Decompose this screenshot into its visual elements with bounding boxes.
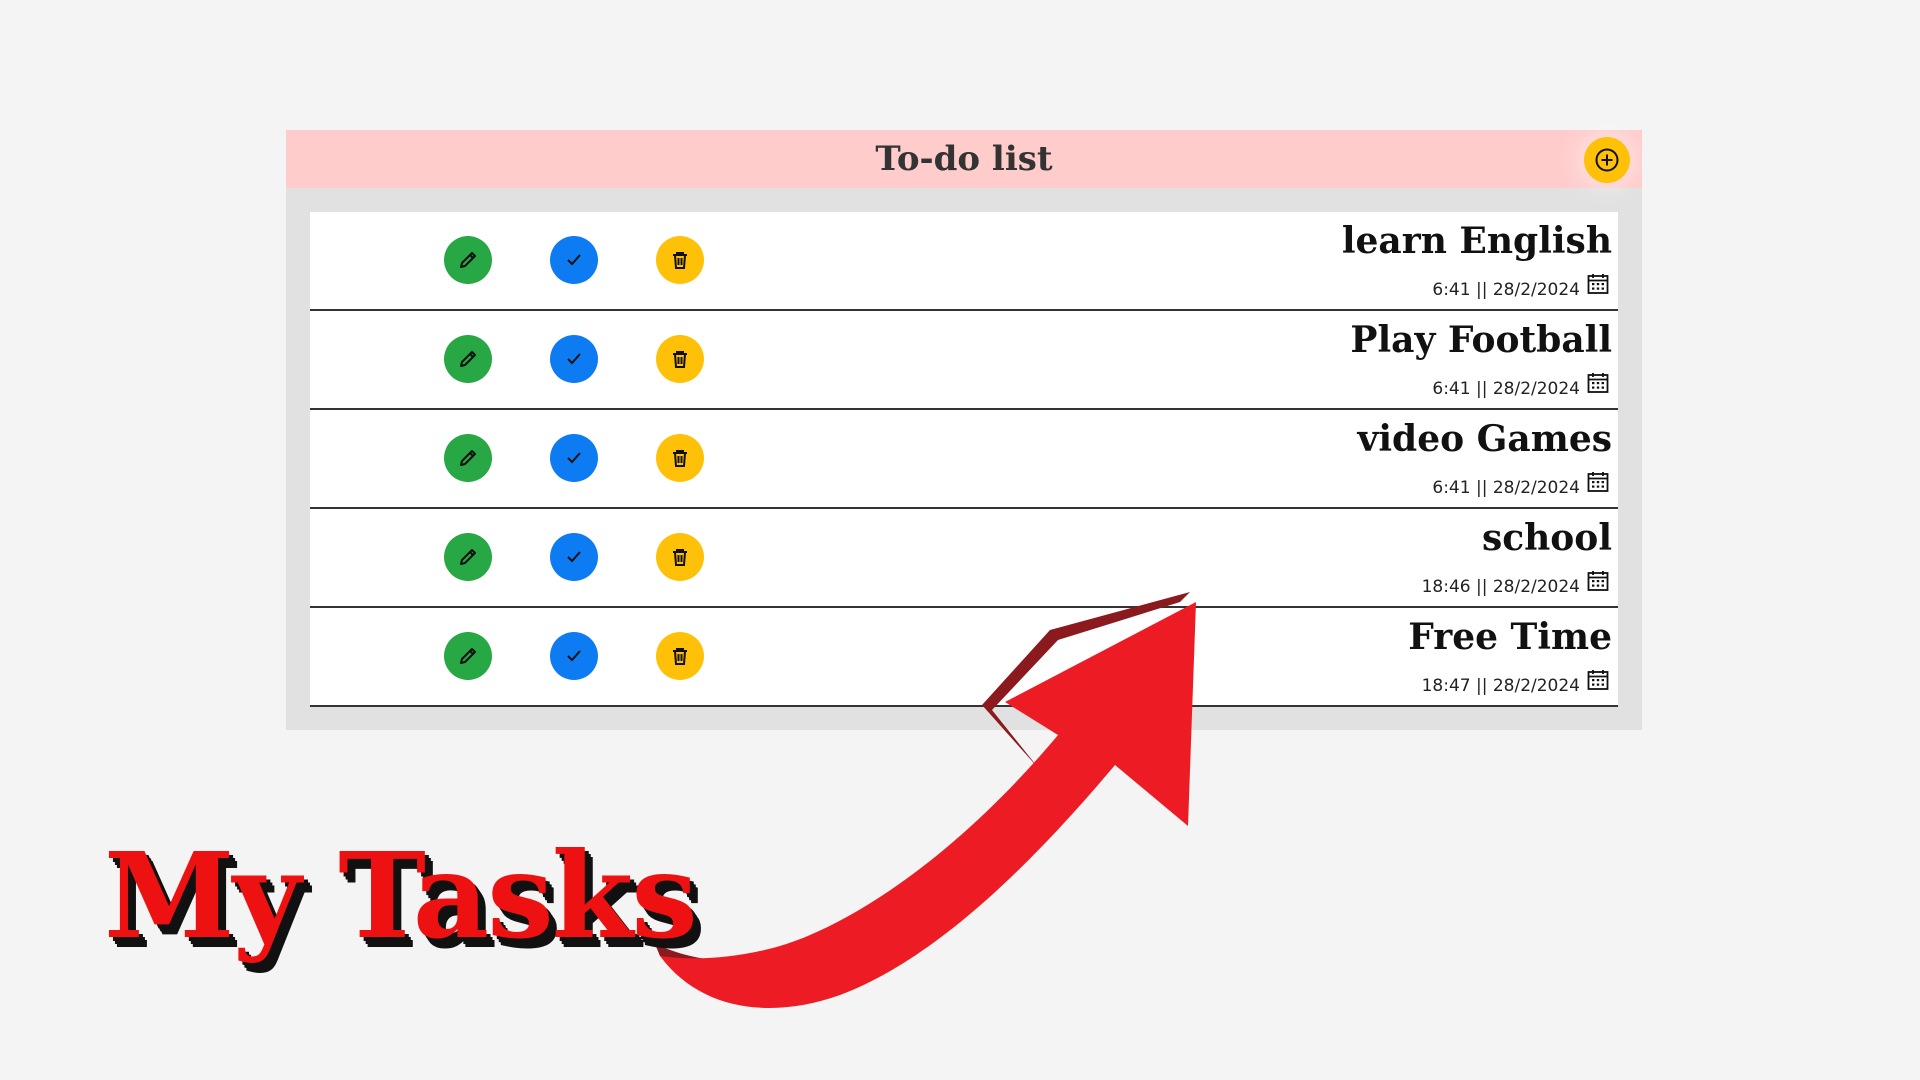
trash-icon [673, 549, 687, 566]
panel-header: To-do list [286, 130, 1642, 188]
check-icon [567, 254, 581, 266]
trash-icon [673, 450, 687, 467]
task-timestamp: 18:47 || 28/2/2024 [1421, 676, 1580, 696]
edit-button[interactable] [444, 335, 492, 383]
delete-button[interactable] [656, 335, 704, 383]
complete-button[interactable] [550, 236, 598, 284]
task-timestamp: 18:46 || 28/2/2024 [1421, 577, 1580, 597]
task-title: Free Time [1408, 616, 1612, 658]
edit-button[interactable] [444, 236, 492, 284]
task-title: video Games [1357, 418, 1612, 460]
pencil-icon [460, 252, 476, 268]
pencil-icon [460, 549, 476, 565]
complete-button[interactable] [550, 632, 598, 680]
plus-circle-icon [1595, 148, 1619, 172]
delete-button[interactable] [656, 533, 704, 581]
task-title: Play Football [1350, 319, 1612, 361]
delete-button[interactable] [656, 236, 704, 284]
trash-icon [673, 648, 687, 665]
check-icon [567, 650, 581, 662]
calendar-icon [1587, 274, 1609, 294]
page-title: To-do list [875, 139, 1053, 179]
trash-icon [673, 351, 687, 368]
pencil-icon [460, 450, 476, 466]
calendar-icon [1587, 571, 1609, 591]
edit-button[interactable] [444, 533, 492, 581]
task-row: video Games 6:41 || 28/2/2024 [310, 410, 1618, 509]
todo-panel: To-do list learn English 6:41 || 28/2/20… [286, 130, 1642, 730]
stage: To-do list learn English 6:41 || 28/2/20… [0, 0, 1920, 1080]
task-timestamp: 6:41 || 28/2/2024 [1432, 379, 1580, 399]
calendar-icon [1587, 472, 1609, 492]
check-icon [567, 353, 581, 365]
task-row: Free Time 18:47 || 28/2/2024 [310, 608, 1618, 707]
complete-button[interactable] [550, 434, 598, 482]
pencil-icon [460, 351, 476, 367]
calendar-icon [1587, 373, 1609, 393]
caption-title: My Tasks [104, 826, 698, 965]
complete-button[interactable] [550, 335, 598, 383]
check-icon [567, 452, 581, 464]
task-timestamp: 6:41 || 28/2/2024 [1432, 280, 1580, 300]
calendar-icon [1587, 670, 1609, 690]
pencil-icon [460, 648, 476, 664]
trash-icon [673, 252, 687, 269]
complete-button[interactable] [550, 533, 598, 581]
task-row: learn English 6:41 || 28/2/2024 [310, 212, 1618, 311]
check-icon [567, 551, 581, 563]
delete-button[interactable] [656, 632, 704, 680]
edit-button[interactable] [444, 632, 492, 680]
task-list: learn English 6:41 || 28/2/2024 Play Foo… [310, 212, 1618, 707]
task-timestamp: 6:41 || 28/2/2024 [1432, 478, 1580, 498]
task-row: Play Football 6:41 || 28/2/2024 [310, 311, 1618, 410]
task-row: school 18:46 || 28/2/2024 [310, 509, 1618, 608]
delete-button[interactable] [656, 434, 704, 482]
edit-button[interactable] [444, 434, 492, 482]
task-title: school [1481, 517, 1612, 559]
task-title: learn English [1341, 220, 1612, 262]
add-task-button[interactable] [1584, 137, 1630, 183]
